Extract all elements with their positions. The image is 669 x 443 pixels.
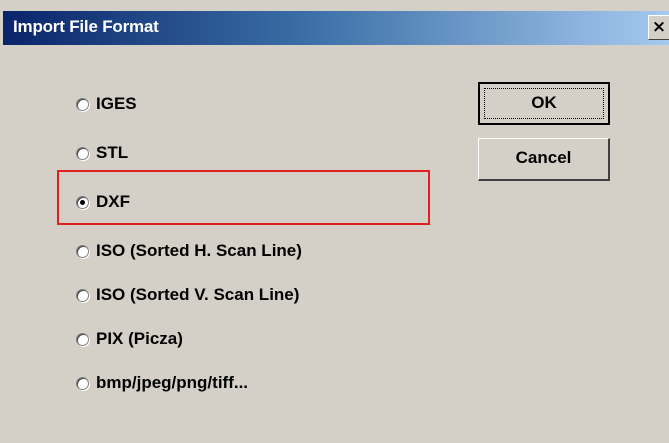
radio-button[interactable] bbox=[76, 245, 89, 258]
ok-button[interactable]: OK bbox=[478, 82, 610, 125]
radio-option-iso-h[interactable]: ISO (Sorted H. Scan Line) bbox=[73, 238, 433, 268]
radio-button[interactable] bbox=[76, 98, 89, 111]
radio-label[interactable]: PIX (Picza) bbox=[96, 329, 183, 349]
radio-option-pix[interactable]: PIX (Picza) bbox=[73, 326, 433, 356]
title-bar[interactable]: Import File Format × bbox=[3, 11, 669, 45]
highlight-annotation bbox=[57, 170, 430, 225]
radio-option-stl[interactable]: STL bbox=[73, 140, 433, 170]
ok-button-label: OK bbox=[531, 93, 557, 112]
cancel-button-label: Cancel bbox=[515, 148, 572, 167]
radio-option-iso-v[interactable]: ISO (Sorted V. Scan Line) bbox=[73, 282, 433, 312]
cancel-button[interactable]: Cancel bbox=[478, 138, 610, 181]
radio-option-iges[interactable]: IGES bbox=[73, 91, 433, 121]
import-file-format-dialog: Import File Format × IGES STL DXF ISO (S… bbox=[0, 0, 669, 443]
radio-label[interactable]: bmp/jpeg/png/tiff... bbox=[96, 373, 248, 393]
radio-label[interactable]: ISO (Sorted V. Scan Line) bbox=[96, 285, 299, 305]
radio-option-bitmap[interactable]: bmp/jpeg/png/tiff... bbox=[73, 370, 433, 400]
radio-label[interactable]: STL bbox=[96, 143, 128, 163]
window-title: Import File Format bbox=[13, 17, 159, 36]
radio-label[interactable]: IGES bbox=[96, 94, 137, 114]
radio-button[interactable] bbox=[76, 289, 89, 302]
radio-button[interactable] bbox=[76, 333, 89, 346]
close-button[interactable]: × bbox=[648, 15, 669, 40]
radio-label[interactable]: ISO (Sorted H. Scan Line) bbox=[96, 241, 302, 261]
radio-button[interactable] bbox=[76, 377, 89, 390]
close-icon: × bbox=[651, 17, 667, 37]
radio-button[interactable] bbox=[76, 147, 89, 160]
